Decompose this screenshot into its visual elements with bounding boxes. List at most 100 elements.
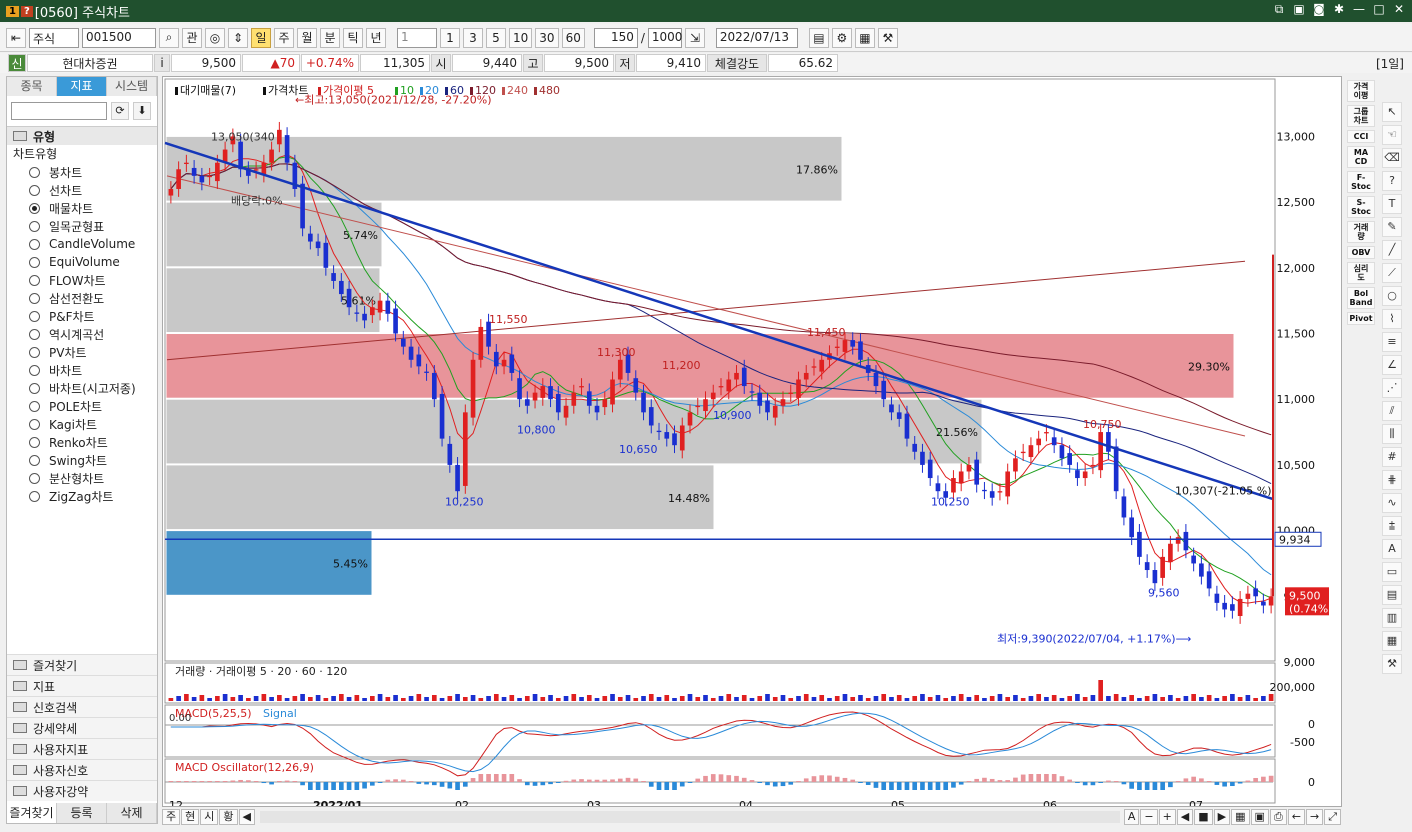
chart-type-item[interactable]: EquiVolume — [7, 253, 157, 271]
period-minute[interactable]: 분 — [320, 27, 340, 48]
zoom-out-icon[interactable]: − — [1140, 808, 1158, 825]
stats-icon[interactable]: ▥ — [1382, 608, 1402, 628]
auto-icon[interactable]: A — [1382, 539, 1402, 559]
minimize-icon[interactable]: — — [1352, 2, 1366, 16]
download-icon[interactable]: ⬇ — [133, 102, 151, 120]
horizontal-scrollbar[interactable] — [259, 810, 1120, 823]
section-type[interactable]: 유형 — [7, 126, 157, 145]
print-icon[interactable]: ⎙ — [1269, 808, 1287, 825]
back-icon[interactable]: ← — [1287, 808, 1305, 825]
forward-icon[interactable]: → — [1305, 808, 1324, 825]
bottom-register[interactable]: 등록 — [57, 803, 107, 823]
folder-item[interactable]: 사용자신호 — [7, 759, 157, 780]
save-icon[interactable]: ▣ — [1292, 2, 1306, 16]
period-year[interactable]: 년 — [366, 27, 386, 48]
gear-icon[interactable]: ⚙ — [831, 27, 852, 48]
info-icon[interactable]: i — [154, 54, 170, 72]
doc-icon[interactable]: ▤ — [1382, 585, 1402, 605]
channel-icon[interactable]: ≡ — [1382, 332, 1402, 352]
interest-button[interactable]: 관 — [182, 27, 202, 48]
chart-type-item[interactable]: POLE차트 — [7, 397, 157, 415]
radio-icon[interactable] — [29, 256, 40, 268]
radio-icon[interactable] — [29, 184, 40, 196]
tool-cci[interactable]: CCI — [1347, 130, 1375, 143]
chart-type-item[interactable]: 선차트 — [7, 181, 157, 199]
radio-icon[interactable] — [29, 490, 40, 502]
chart-type-item[interactable]: 분산형차트 — [7, 469, 157, 487]
radio-icon[interactable] — [29, 166, 40, 178]
wave-icon[interactable]: ∿ — [1382, 493, 1402, 513]
refresh-icon[interactable]: ⟳ — [111, 102, 129, 120]
tool-fstoc[interactable]: F- Stoc — [1347, 171, 1375, 193]
stock-code-input[interactable]: 001500 — [82, 27, 156, 48]
save-chart-icon[interactable]: ▣ — [1250, 808, 1269, 825]
zoom-icon[interactable]: ⇲ — [684, 27, 705, 48]
radio-icon[interactable] — [29, 400, 40, 412]
next-icon[interactable]: ▶ — [1213, 808, 1231, 825]
cycle-icon[interactable]: ⫼ — [1382, 424, 1402, 444]
period-week[interactable]: 주 — [274, 27, 294, 48]
excel-icon[interactable]: ▦ — [1231, 808, 1250, 825]
pointer-icon[interactable]: ☜ — [1382, 125, 1402, 145]
chart-type-item[interactable]: Renko차트 — [7, 433, 157, 451]
tool-sstoc[interactable]: S- Stoc — [1347, 196, 1375, 218]
quick-3[interactable]: 3 — [463, 27, 483, 48]
line-icon[interactable]: ╱ — [1382, 240, 1402, 260]
total-input[interactable]: 1000 — [647, 27, 682, 48]
stop-icon[interactable]: ■ — [1194, 808, 1213, 825]
gann-icon[interactable]: ∠ — [1382, 355, 1402, 375]
radio-icon[interactable] — [29, 292, 40, 304]
radio-icon[interactable] — [29, 274, 40, 286]
chart-type-item[interactable]: PV차트 — [7, 343, 157, 361]
hash-icon[interactable]: ⋕ — [1382, 470, 1402, 490]
radio-icon[interactable] — [29, 202, 40, 214]
count-input[interactable]: 150 — [593, 27, 638, 48]
yellow-button[interactable]: 황 — [219, 808, 238, 825]
period-tick[interactable]: 틱 — [343, 27, 363, 48]
radio-icon[interactable] — [29, 472, 40, 484]
spin-icon[interactable]: ⇕ — [228, 27, 248, 48]
folder-item[interactable]: 신호검색 — [7, 696, 157, 717]
quick-1[interactable]: 1 — [440, 27, 460, 48]
fan-icon[interactable]: ⋰ — [1382, 378, 1402, 398]
camera-icon[interactable]: ◙ — [1312, 2, 1326, 16]
current-button[interactable]: 현 — [181, 808, 200, 825]
tab-stock[interactable]: 종목 — [7, 77, 57, 96]
tool-bolband[interactable]: Bol Band — [1347, 287, 1375, 309]
pen-icon[interactable]: ✎ — [1382, 217, 1402, 237]
radio-icon[interactable] — [29, 454, 40, 466]
date-input[interactable]: 2022/07/13 — [715, 27, 798, 48]
chart-type-item[interactable]: 역시계곡선 — [7, 325, 157, 343]
market-button[interactable]: 시 — [200, 808, 219, 825]
bottom-delete[interactable]: 삭제 — [107, 803, 157, 823]
radio-icon[interactable] — [29, 364, 40, 376]
folder-item[interactable]: 강세약세 — [7, 717, 157, 738]
tab-indicator[interactable]: 지표 — [57, 77, 107, 96]
indicator-search-input[interactable] — [11, 102, 107, 120]
radio-icon[interactable] — [29, 328, 40, 340]
link-icon[interactable]: ⧉ — [1272, 2, 1286, 16]
tool-pivot[interactable]: Pivot — [1347, 312, 1375, 325]
radio-icon[interactable] — [29, 220, 40, 232]
radio-icon[interactable] — [29, 418, 40, 430]
chart-type-item[interactable]: 삼선전환도 — [7, 289, 157, 307]
main-button[interactable]: 주 — [162, 808, 181, 825]
period-day[interactable]: 일 — [251, 27, 271, 48]
prev-stock-icon[interactable]: ⇤ — [6, 27, 26, 48]
tool-obv[interactable]: OBV — [1347, 246, 1375, 259]
prev-icon[interactable]: ◀ — [1176, 808, 1194, 825]
chart-type-item[interactable]: ZigZag차트 — [7, 487, 157, 505]
window-icon[interactable]: ▭ — [1382, 562, 1402, 582]
folder-item[interactable]: 사용자강약 — [7, 780, 157, 801]
circle-icon[interactable]: ○ — [1382, 286, 1402, 306]
quick-5[interactable]: 5 — [486, 27, 506, 48]
radio-icon[interactable] — [29, 346, 40, 358]
chart-type-item[interactable]: 일목균형표 — [7, 217, 157, 235]
quick-10[interactable]: 10 — [509, 27, 533, 48]
settings-icon[interactable]: ✱ — [1332, 2, 1346, 16]
quick-30[interactable]: 30 — [535, 27, 559, 48]
chart-type-item[interactable]: CandleVolume — [7, 235, 157, 253]
text-icon[interactable]: T — [1382, 194, 1402, 214]
scroll-left-icon[interactable]: ◀ — [238, 808, 255, 825]
wrench-icon[interactable]: ⚒ — [1382, 654, 1402, 674]
